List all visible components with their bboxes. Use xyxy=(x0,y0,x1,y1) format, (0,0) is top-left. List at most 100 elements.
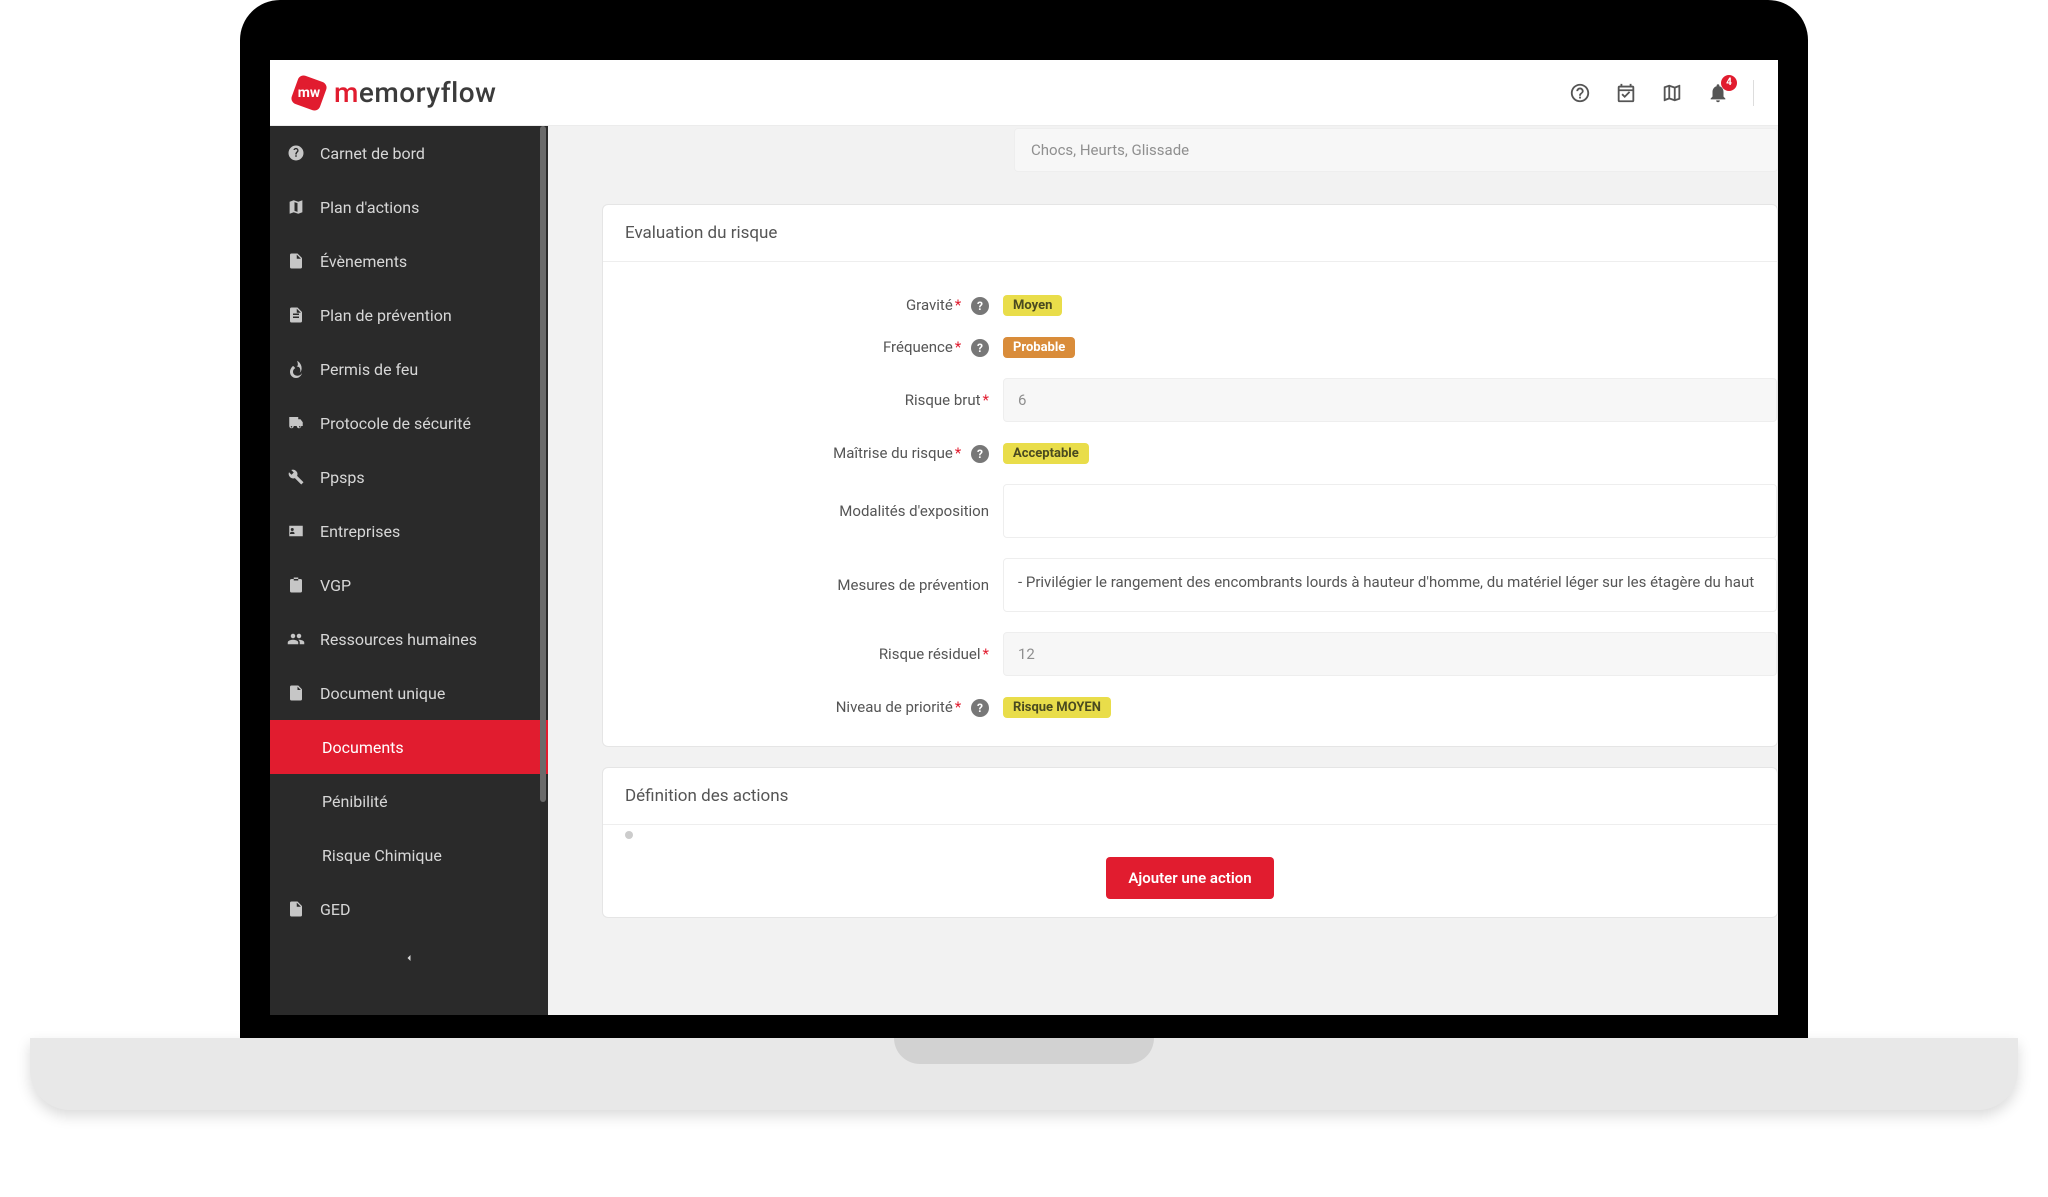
value-mesures: - Privilégier le rangement des encombran… xyxy=(1003,558,1777,612)
required-icon: * xyxy=(955,698,961,716)
header-separator xyxy=(1753,80,1754,106)
label-frequence: Fréquence* ? xyxy=(603,338,1003,357)
file-list-icon xyxy=(286,305,306,325)
bell-icon[interactable]: 4 xyxy=(1707,82,1729,104)
input-residuel[interactable]: 12 xyxy=(1003,632,1777,676)
label-gravite: Gravité* ? xyxy=(603,296,1003,315)
card-title: Evaluation du risque xyxy=(603,205,1777,262)
logo-mark-icon xyxy=(290,73,328,111)
label-mesures: Mesures de prévention xyxy=(603,576,1003,594)
risk-type-value: Chocs, Heurts, Glissade xyxy=(1014,128,1778,172)
sidebar-item-ppsps[interactable]: Ppsps xyxy=(270,450,548,504)
sidebar-label: Permis de feu xyxy=(320,360,418,379)
sidebar-label: GED xyxy=(320,900,351,919)
help-icon[interactable]: ? xyxy=(971,445,989,463)
sidebar-label: Document unique xyxy=(320,684,445,703)
logo[interactable]: memoryflow xyxy=(294,76,496,109)
help-icon[interactable]: ? xyxy=(971,297,989,315)
main-content: Chocs, Heurts, Glissade Evaluation du ri… xyxy=(548,126,1778,1015)
help-icon[interactable]: ? xyxy=(971,699,989,717)
value-maitrise: Acceptable xyxy=(1003,442,1777,464)
sidebar-item-risque-chimique[interactable]: Risque Chimique xyxy=(270,828,548,882)
label-risque-brut: Risque brut* xyxy=(603,391,1003,409)
required-icon: * xyxy=(955,338,961,356)
value-exposition xyxy=(1003,484,1777,538)
calendar-icon[interactable] xyxy=(1615,82,1637,104)
sidebar-scrollbar[interactable] xyxy=(540,126,546,802)
sidebar-item-document-unique[interactable]: Document unique xyxy=(270,666,548,720)
laptop-frame: memoryflow 4 xyxy=(240,0,1808,1060)
sidebar-label: Plan de prévention xyxy=(320,306,452,325)
value-frequence: Probable xyxy=(1003,336,1777,358)
input-risque-brut[interactable]: 6 xyxy=(1003,378,1777,422)
sidebar-item-penibilite[interactable]: Pénibilité xyxy=(270,774,548,828)
card-title: Définition des actions xyxy=(603,768,1777,825)
row-mesures: Mesures de prévention - Privilégier le r… xyxy=(603,552,1777,618)
tag-gravite: Moyen xyxy=(1003,295,1062,316)
sidebar-item-permis-feu[interactable]: Permis de feu xyxy=(270,342,548,396)
help-icon[interactable] xyxy=(1569,82,1591,104)
row-maitrise: Maîtrise du risque* ? Acceptable xyxy=(603,436,1777,470)
dashboard-icon xyxy=(286,143,306,163)
sidebar-item-carnet[interactable]: Carnet de bord xyxy=(270,126,548,180)
notification-badge: 4 xyxy=(1721,75,1737,91)
logo-rest: emoryflow xyxy=(359,76,497,109)
header-actions: 4 xyxy=(1569,80,1754,106)
textarea-exposition[interactable] xyxy=(1003,484,1777,538)
row-gravite: Gravité* ? Moyen xyxy=(603,288,1777,322)
label-priorite: Niveau de priorité* ? xyxy=(603,698,1003,717)
sidebar-item-plan-prevention[interactable]: Plan de prévention xyxy=(270,288,548,342)
wrench-icon xyxy=(286,467,306,487)
sidebar-item-ged[interactable]: GED xyxy=(270,882,548,936)
tag-frequence: Probable xyxy=(1003,337,1075,358)
row-frequence: Fréquence* ? Probable xyxy=(603,330,1777,364)
card-body: Gravité* ? Moyen Fréquence* ? xyxy=(603,262,1777,746)
label-residuel: Risque résiduel* xyxy=(603,645,1003,663)
page: memoryflow 4 xyxy=(0,0,2048,1197)
value-risque-brut: 6 xyxy=(1003,378,1777,422)
map-icon[interactable] xyxy=(1661,82,1683,104)
sidebar-collapse-button[interactable] xyxy=(270,936,548,980)
tag-maitrise: Acceptable xyxy=(1003,443,1089,464)
chevron-left-icon xyxy=(403,952,415,964)
sidebar-item-entreprises[interactable]: Entreprises xyxy=(270,504,548,558)
sidebar-item-protocole[interactable]: Protocole de sécurité xyxy=(270,396,548,450)
sidebar-label: Documents xyxy=(322,738,404,757)
app-header: memoryflow 4 xyxy=(270,60,1778,126)
sidebar-label: Protocole de sécurité xyxy=(320,414,471,433)
sidebar: Carnet de bord Plan d'actions Évènements… xyxy=(270,126,548,1015)
sidebar-label: Entreprises xyxy=(320,522,400,541)
sidebar-label: Carnet de bord xyxy=(320,144,425,163)
row-priorite: Niveau de priorité* ? Risque MOYEN xyxy=(603,690,1777,724)
id-card-icon xyxy=(286,521,306,541)
add-action-button[interactable]: Ajouter une action xyxy=(1106,857,1273,899)
value-gravite: Moyen xyxy=(1003,294,1777,316)
sidebar-item-plan-actions[interactable]: Plan d'actions xyxy=(270,180,548,234)
sidebar-label: Ppsps xyxy=(320,468,365,487)
sidebar-label: Évènements xyxy=(320,252,407,271)
app-body: Carnet de bord Plan d'actions Évènements… xyxy=(270,126,1778,1015)
row-exposition: Modalités d'exposition xyxy=(603,478,1777,544)
sidebar-item-vgp[interactable]: VGP xyxy=(270,558,548,612)
bullet-icon xyxy=(625,831,633,839)
file-icon xyxy=(286,251,306,271)
textarea-mesures[interactable]: - Privilégier le rangement des encombran… xyxy=(1003,558,1777,612)
required-icon: * xyxy=(955,296,961,314)
sidebar-item-evenements[interactable]: Évènements xyxy=(270,234,548,288)
sidebar-label: Risque Chimique xyxy=(322,846,442,865)
required-icon: * xyxy=(955,444,961,462)
required-icon: * xyxy=(983,645,989,663)
app-screen: memoryflow 4 xyxy=(270,60,1778,1015)
card-actions: Définition des actions Ajouter une actio… xyxy=(602,767,1778,918)
clipboard-icon xyxy=(286,575,306,595)
laptop-notch xyxy=(894,1038,1154,1064)
sidebar-label: Pénibilité xyxy=(322,792,388,811)
logo-text: memoryflow xyxy=(334,76,496,109)
document-icon xyxy=(286,683,306,703)
sidebar-item-documents[interactable]: Documents xyxy=(270,720,548,774)
fire-icon xyxy=(286,359,306,379)
row-risque-brut: Risque brut* 6 xyxy=(603,372,1777,428)
help-icon[interactable]: ? xyxy=(971,339,989,357)
card-evaluation: Evaluation du risque Gravité* ? Moyen xyxy=(602,204,1778,747)
sidebar-item-rh[interactable]: Ressources humaines xyxy=(270,612,548,666)
